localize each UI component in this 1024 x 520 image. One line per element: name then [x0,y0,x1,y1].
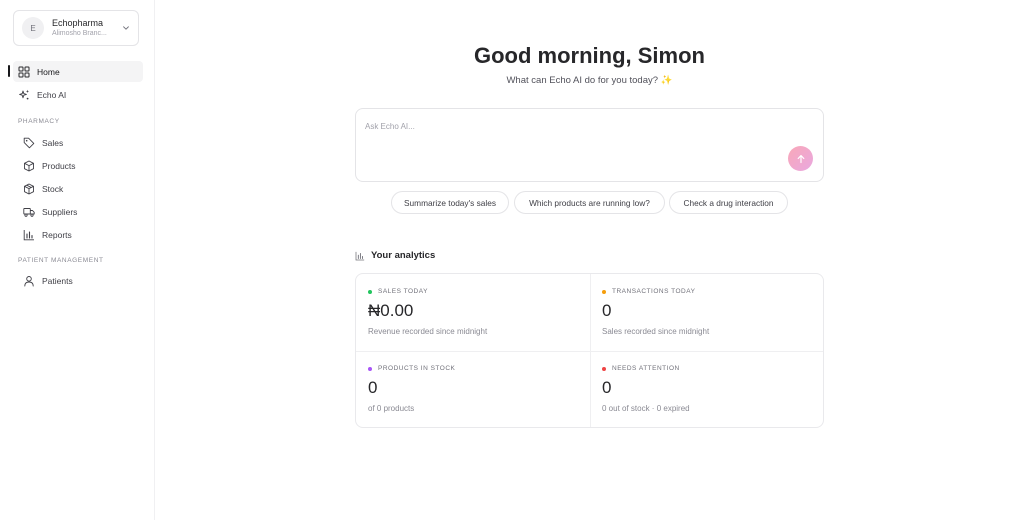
stat-label-text: PRODUCTS IN STOCK [378,365,456,372]
section-label-patient-management: PATIENT MANAGEMENT [18,257,104,264]
stat-description: Revenue recorded since midnight [368,327,488,336]
suggestion-products-running-low[interactable]: Which products are running low? [514,191,665,214]
bar-chart-icon [355,251,365,260]
suggestion-drug-interaction[interactable]: Check a drug interaction [669,191,788,214]
send-button[interactable] [788,146,813,171]
stat-card-products-in-stock: PRODUCTS IN STOCK 0 of 0 products [356,351,586,427]
nav-patients-label: Patients [42,275,73,286]
package-icon [24,183,34,194]
user-icon [24,275,34,286]
suggestion-summarize-sales[interactable]: Summarize today's sales [391,191,509,214]
stat-value: 0 [602,301,612,320]
nav-stock[interactable]: Stock [18,178,143,199]
stat-value: ₦0.00 [368,301,414,320]
section-label-pharmacy: PHARMACY [18,118,60,125]
nav-home-label: Home [37,66,60,77]
stat-description: of 0 products [368,404,415,413]
sparkles-icon: ✨ [660,75,673,86]
truck-icon [23,207,35,217]
stat-card-sales-today: SALES TODAY ₦0.00 Revenue recorded since… [356,274,586,350]
analytics-title: Your analytics [371,250,436,261]
stats-grid: SALES TODAY ₦0.00 Revenue recorded since… [355,273,824,428]
box-icon [24,160,34,171]
status-dot [602,366,606,371]
stat-card-transactions-today: TRANSACTIONS TODAY 0 Sales recorded sinc… [590,274,820,350]
arrow-up-icon [797,154,804,163]
nav-home[interactable]: Home [13,61,143,82]
stat-label-text: SALES TODAY [378,288,428,295]
chevron-down-icon [123,26,129,30]
sidebar: E Echopharma Alimosho Branc... Home Echo… [0,0,155,520]
nav-sales-label: Sales [42,137,64,148]
org-name: Echopharma [52,17,104,28]
stat-label: NEEDS ATTENTION [602,365,680,372]
org-branch: Alimosho Branc... [52,29,107,37]
org-avatar: E [22,17,44,39]
nav-reports[interactable]: Reports [18,224,143,245]
active-indicator [8,65,10,77]
nav-suppliers-label: Suppliers [42,206,78,217]
stat-value: 0 [368,378,378,397]
greeting-heading: Good morning, Simon [474,43,705,68]
nav-products[interactable]: Products [18,155,143,176]
stat-description: 0 out of stock · 0 expired [602,404,690,413]
status-dot [368,366,372,371]
stat-label-text: TRANSACTIONS TODAY [612,288,696,295]
nav-stock-label: Stock [42,183,64,194]
analytics-heading: Your analytics [355,250,435,261]
stat-label: PRODUCTS IN STOCK [368,365,455,372]
greeting-subtitle: What can Echo AI do for you today? ✨ [155,75,1024,86]
status-dot [602,289,606,294]
grid-icon [18,66,30,77]
org-text: Echopharma Alimosho Branc... [52,18,122,39]
nav-sales[interactable]: Sales [18,132,143,153]
stat-label: SALES TODAY [368,288,428,295]
prompt-box [355,108,824,182]
org-switcher[interactable]: E Echopharma Alimosho Branc... [13,10,139,46]
tag-icon [23,137,35,148]
sparkles-icon [19,89,30,99]
nav-echo-ai-label: Echo AI [37,89,67,100]
nav-suppliers[interactable]: Suppliers [18,201,143,222]
stat-card-needs-attention: NEEDS ATTENTION 0 0 out of stock · 0 exp… [590,351,820,427]
stat-description: Sales recorded since midnight [602,327,710,336]
nav-patients[interactable]: Patients [18,270,143,291]
prompt-input[interactable] [365,119,785,133]
stat-label-text: NEEDS ATTENTION [612,365,680,372]
nav-products-label: Products [42,160,76,171]
greeting-subtitle-text: What can Echo AI do for you today? [506,75,659,86]
nav-echo-ai[interactable]: Echo AI [13,84,143,105]
stat-value: 0 [602,378,612,397]
status-dot [368,289,372,294]
nav-reports-label: Reports [42,229,72,240]
bar-chart-icon [23,229,34,240]
stat-label: TRANSACTIONS TODAY [602,288,695,295]
